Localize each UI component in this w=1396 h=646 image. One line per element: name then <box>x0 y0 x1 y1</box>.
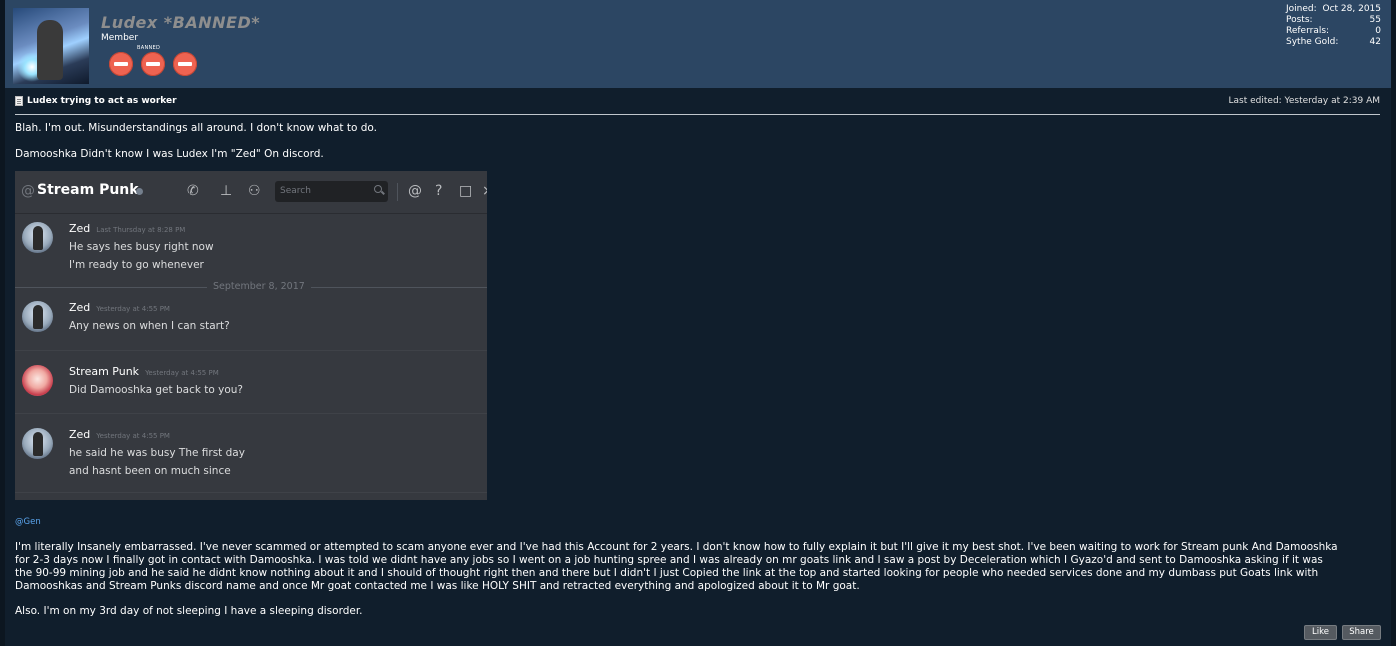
post-body: Ludex trying to act as worker Last edite… <box>5 88 1391 646</box>
message-author: Zed Yesterday at 4:55 PM <box>69 301 170 314</box>
banned-badge-icon <box>173 52 197 76</box>
message-text: He says hes busy right now <box>69 241 214 253</box>
discord-screenshot[interactable]: @ Stream Punk ✆ ⊥ ⚇ Search @ ? □ × Zed La… <box>15 171 487 500</box>
discord-message: Zed Last Thursday at 8:28 PM He says hes … <box>15 214 487 278</box>
stat-label: Sythe Gold: <box>1286 37 1339 47</box>
stat-value: Oct 28, 2015 <box>1322 4 1382 14</box>
help-icon: ? <box>435 183 443 199</box>
stat-posts: Posts: 55 <box>1286 15 1381 26</box>
zed-avatar <box>22 301 53 332</box>
discord-message: Zed Yesterday at 4:55 PM Any news on when… <box>15 295 487 351</box>
stat-joined: Joined: Oct 28, 2015 <box>1286 4 1381 15</box>
date-divider: September 8, 2017 <box>207 281 311 292</box>
window-icon: □ <box>459 183 473 199</box>
message-text: and hasnt been on much since <box>69 465 231 477</box>
user-stats: Joined: Oct 28, 2015 Posts: 55 Referrals: 0… <box>1286 4 1381 48</box>
message-time: Last Thursday at 8:28 PM <box>96 226 186 234</box>
like-button[interactable]: Like <box>1304 625 1337 640</box>
zed-avatar <box>22 428 53 459</box>
message-text: Did Damooshka get back to you? <box>69 384 244 396</box>
close-icon: × <box>482 183 487 199</box>
banned-label: BANNED <box>137 45 161 51</box>
message-time: Yesterday at 4:55 PM <box>96 432 170 440</box>
share-button[interactable]: Share <box>1342 625 1381 640</box>
user-title: Member <box>101 33 139 43</box>
stat-label: Posts: <box>1286 15 1313 25</box>
phone-icon: ✆ <box>187 183 199 199</box>
author-name: Zed <box>69 428 91 441</box>
add-friend-icon: ⚇ <box>248 183 261 199</box>
stat-referrals: Referrals: 0 <box>1286 26 1381 37</box>
message-author: Zed Yesterday at 4:55 PM <box>69 428 170 441</box>
search-icon <box>374 185 382 193</box>
user-mention-link[interactable]: @Gen <box>15 517 41 527</box>
discord-channel-name: Stream Punk <box>37 182 139 198</box>
stat-value: 0 <box>1375 26 1381 36</box>
pin-icon: ⊥ <box>220 183 233 199</box>
at-icon: @ <box>21 183 35 199</box>
post-body-line: the 90-99 mining job and he said he didn… <box>15 567 1319 579</box>
user-avatar[interactable] <box>13 8 89 84</box>
stat-value: 42 <box>1369 37 1381 47</box>
post-body-line: for 2-3 days now I finally got in contac… <box>15 554 1323 566</box>
banned-badge-icon <box>141 52 165 76</box>
post-line-2: Damooshka Didn't know I was Ludex I'm "Z… <box>15 148 324 160</box>
author-name: Zed <box>69 222 91 235</box>
message-author: Stream Punk Yesterday at 4:55 PM <box>69 365 219 378</box>
post-closing-line: Also. I'm on my 3rd day of not sleeping … <box>15 605 363 617</box>
zed-avatar <box>22 222 53 253</box>
message-text: Any news on when I can start? <box>69 320 230 332</box>
message-time: Yesterday at 4:55 PM <box>96 305 170 313</box>
message-text: I'm ready to go whenever <box>69 259 204 271</box>
mention-icon: @ <box>408 183 422 199</box>
title-divider <box>15 114 1380 115</box>
toolbar-separator <box>397 183 398 201</box>
author-name: Zed <box>69 301 91 314</box>
last-edited: Last edited: Yesterday at 2:39 AM <box>1228 96 1380 106</box>
status-dot <box>136 188 143 195</box>
author-name: Stream Punk <box>69 365 140 378</box>
post-title: Ludex trying to act as worker <box>15 96 177 106</box>
discord-header: @ Stream Punk ✆ ⊥ ⚇ Search @ ? □ × <box>15 171 487 214</box>
discord-message: Stream Punk Yesterday at 4:55 PM Did Damo… <box>15 351 487 414</box>
message-author: Zed Last Thursday at 8:28 PM <box>69 222 185 235</box>
post-line-1: Blah. I'm out. Misunderstandings all aro… <box>15 122 377 134</box>
discord-search: Search <box>275 181 388 202</box>
username[interactable]: Ludex *BANNED* <box>101 13 260 32</box>
avatar-figure <box>37 20 63 80</box>
document-icon <box>15 96 23 106</box>
post-body-line: Damooshkas and Stream Punks discord name… <box>15 580 860 592</box>
stat-gold: Sythe Gold: 42 <box>1286 37 1381 48</box>
stat-label: Joined: <box>1286 4 1317 14</box>
message-time: Yesterday at 4:55 PM <box>145 369 219 377</box>
stat-value: 55 <box>1369 15 1381 25</box>
stream-punk-avatar <box>22 365 53 396</box>
post-title-text: Ludex trying to act as worker <box>27 96 177 106</box>
message-text: he said he was busy The first day <box>69 447 245 459</box>
banned-badge-icon <box>109 52 133 76</box>
user-header: Ludex *BANNED* Member BANNED Joined: Oct … <box>5 0 1391 88</box>
discord-message: Zed Yesterday at 4:55 PM he said he was b… <box>15 414 487 493</box>
user-badges <box>109 52 197 76</box>
search-placeholder: Search <box>280 186 311 196</box>
post-body-line: I'm literally Insanely embarrassed. I've… <box>15 541 1338 553</box>
stat-label: Referrals: <box>1286 26 1330 36</box>
